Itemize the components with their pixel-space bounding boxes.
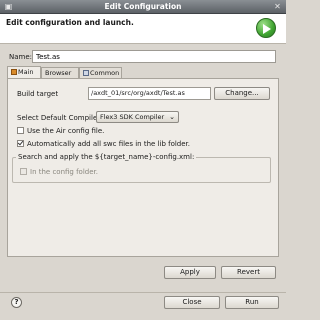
auto-swc-checkbox[interactable] xyxy=(17,140,24,147)
apply-button[interactable]: Apply xyxy=(164,266,216,279)
tab-main-label: Main xyxy=(18,68,34,76)
help-icon[interactable]: ? xyxy=(11,297,22,308)
build-target-label: Build target xyxy=(17,90,59,98)
use-air-checkbox[interactable] xyxy=(17,127,24,134)
tab-main[interactable]: Main xyxy=(7,66,41,78)
config-folder-label: In the config folder. xyxy=(30,168,98,176)
dialog-header: Edit configuration and launch. xyxy=(0,14,286,44)
compiler-select-value: Flex3 SDK Compiler xyxy=(100,113,165,121)
name-label: Name: xyxy=(9,53,33,61)
tab-common[interactable]: Common xyxy=(79,67,122,78)
tab-browser-label: Browser xyxy=(45,69,72,77)
compiler-label: Select Default Compiler xyxy=(17,114,101,122)
tab-browser[interactable]: Browser xyxy=(41,67,79,78)
close-button[interactable]: Close xyxy=(164,296,220,309)
run-button[interactable]: Run xyxy=(225,296,279,309)
use-air-label: Use the Air config file. xyxy=(27,127,105,135)
config-group-title: Search and apply the ${target_name}-conf… xyxy=(16,153,197,161)
revert-button[interactable]: Revert xyxy=(221,266,276,279)
main-tab-icon xyxy=(11,69,17,75)
close-icon[interactable]: ✕ xyxy=(273,2,282,11)
auto-swc-label: Automatically add all swc files in the l… xyxy=(27,140,191,148)
name-input[interactable] xyxy=(32,50,276,63)
footer-separator xyxy=(0,292,286,293)
common-tab-icon xyxy=(83,70,89,76)
compiler-select[interactable]: Flex3 SDK Compiler ⌄ xyxy=(96,111,179,123)
build-target-input[interactable]: /axdt_01/src/org/axdt/Test.as xyxy=(88,87,211,100)
chevron-down-icon: ⌄ xyxy=(169,113,175,121)
header-title: Edit configuration and launch. xyxy=(6,18,134,27)
window-title: Edit Configuration xyxy=(104,2,182,11)
tab-common-label: Common xyxy=(90,69,120,77)
config-folder-checkbox[interactable] xyxy=(20,168,27,175)
title-bar: ▣ Edit Configuration ✕ xyxy=(0,0,286,14)
change-button[interactable]: Change... xyxy=(214,87,270,100)
run-icon xyxy=(256,18,276,38)
